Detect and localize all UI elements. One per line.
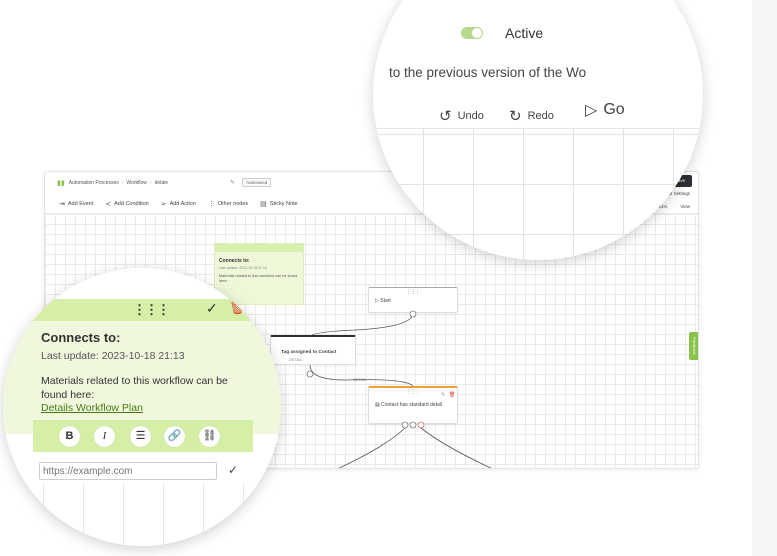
confirm-check-icon[interactable]: ✓ (206, 300, 218, 317)
details-workflow-plan-link[interactable]: Details Workflow Plan (41, 402, 143, 414)
add-condition-label: Add Condition (114, 200, 149, 207)
redo-label: Redo (527, 110, 554, 122)
kebab-icon: ⋮ (207, 200, 215, 208)
play-icon: ▷ (585, 102, 598, 119)
canvas-grid (373, 128, 703, 260)
breadcrumb-item[interactable]: Workflow (126, 180, 146, 186)
active-toggle[interactable] (461, 27, 483, 39)
list-button[interactable]: ☰ (130, 426, 151, 447)
note-title: Connects to: (41, 330, 121, 345)
node-delete-icon[interactable]: 🗑 (449, 392, 455, 398)
add-action-button[interactable]: ➢ Add Action (161, 200, 196, 208)
edge-label: DETAIL (353, 377, 367, 382)
redo-icon: ↻ (509, 108, 522, 125)
contact-node-text: Contact has standard detail (381, 402, 442, 408)
link-button[interactable]: 🔗 (164, 426, 185, 447)
canvas-grid (3, 483, 281, 546)
trash-icon[interactable]: 🗑 (229, 300, 246, 316)
note-body: Materials related to this workflow can b… (219, 274, 298, 283)
url-input-row: ✓ (33, 458, 263, 480)
note-icon: ▤ (260, 200, 267, 208)
go-to-start-button[interactable]: ▷ Go (585, 100, 625, 120)
note-body: Materials related to this workflow can b… (41, 375, 228, 401)
go-label: Go (603, 101, 625, 118)
tag-node-label: Tag assigned to Contact (281, 350, 337, 355)
bold-button[interactable]: B (59, 426, 80, 447)
italic-button[interactable]: I (94, 426, 115, 447)
autosave-badge: Autosaved (242, 178, 272, 187)
other-nodes-label: Other nodes (217, 200, 249, 207)
undo-icon: ↺ (439, 108, 452, 125)
node-edit-icon[interactable]: ✎ (441, 392, 445, 398)
zoom-callout-sticky-note: ⋮⋮⋮ ✓ 🗑 Connects to: Last update: 2023-1… (3, 268, 281, 546)
redo-button[interactable]: ↻ Redo (509, 107, 554, 125)
right-panel-strip (752, 0, 777, 556)
sticky-note-header (215, 244, 303, 252)
start-node-text: Start (380, 298, 391, 304)
start-node[interactable]: ⋮⋮⋮ ▷ Start (368, 287, 458, 313)
zoom-callout-header: Active to the previous version of the Wo… (373, 0, 703, 260)
tag-node[interactable]: Tag assigned to Contact DETAIL (270, 335, 356, 365)
chevron-right-icon: › (149, 180, 152, 186)
note-last-update: Last update: 2023-10-18 21:13 (41, 350, 185, 362)
active-label: Active (505, 25, 544, 41)
toggle-knob (472, 28, 482, 38)
condition-icon: ≺ (105, 200, 112, 208)
undo-label: Undo (457, 110, 484, 122)
breadcrumb-item[interactable]: Automation Processes (69, 180, 119, 186)
contact-node-label: ▤ Contact has standard detail (375, 402, 442, 408)
sticky-note-label: Sticky Note (269, 200, 298, 207)
confirm-url-icon[interactable]: ✓ (228, 463, 238, 477)
edit-name-icon[interactable]: ✎ (230, 179, 235, 186)
play-icon: ▷ (375, 298, 379, 304)
chevron-right-icon: › (121, 180, 124, 186)
breadcrumb-item: detale (154, 180, 169, 186)
start-node-label: ▷ Start (375, 298, 391, 304)
drag-handle-icon[interactable]: ⋮⋮⋮ (369, 289, 457, 295)
contact-node[interactable]: ⋮⋮⋮ ✎ 🗑 ▤ Contact has standard detail (368, 386, 458, 424)
feedback-tab[interactable]: Feedback (689, 332, 698, 360)
tag-node-sub: DETAIL (289, 358, 303, 362)
previous-version-text: to the previous version of the Wo (389, 65, 587, 80)
add-event-button[interactable]: ⇥ Add Event (59, 200, 93, 208)
event-icon: ⇥ (59, 200, 65, 208)
note-subtitle: Last update: 2023-10-18 21:13 (219, 266, 267, 270)
chart-icon: ▮▮ (57, 180, 65, 187)
send-icon: ➢ (160, 200, 167, 208)
other-nodes-button[interactable]: ⋮ Other nodes (208, 200, 248, 208)
sticky-note-button[interactable]: ▤ Sticky Note (260, 200, 297, 208)
add-action-label: Add Action (169, 200, 196, 207)
unlink-button[interactable]: ⛓ (199, 426, 220, 447)
add-condition-button[interactable]: ≺ Add Condition (105, 200, 148, 208)
sticky-note-node[interactable]: Connects to: Last update: 2023-10-18 21:… (214, 243, 304, 305)
condition-icon: ▤ (375, 402, 380, 408)
add-event-label: Add Event (67, 200, 94, 207)
url-input[interactable] (39, 462, 217, 480)
drag-handle-icon[interactable]: ⋮⋮⋮ (133, 302, 170, 318)
note-title: Connects to: (219, 258, 250, 264)
undo-button[interactable]: ↺ Undo (439, 107, 484, 125)
